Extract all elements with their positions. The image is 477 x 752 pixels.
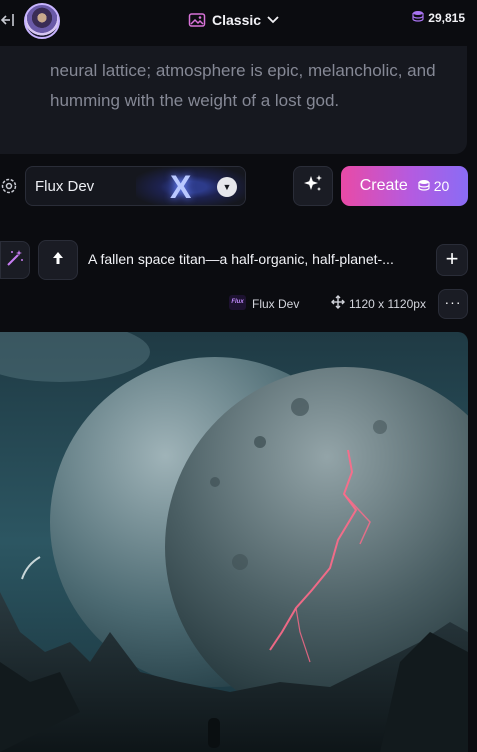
generated-image[interactable] [0,332,468,752]
arrow-up-icon [52,251,64,270]
create-cost: 20 [418,178,450,194]
coins-icon [418,178,430,194]
create-button[interactable]: Create 20 [341,166,468,206]
move-arrows-icon [331,295,345,309]
mode-selector[interactable]: Classic [188,8,279,32]
top-bar: Classic 29,815 [0,0,477,46]
model-name: Flux Dev [35,178,95,195]
create-cost-value: 20 [433,178,450,194]
sparkle-icon [302,173,324,200]
chevron-down-icon [267,12,279,28]
enhance-prompt-button[interactable] [293,166,333,206]
generation-model: Flux Dev [252,297,300,311]
add-button[interactable]: + [436,244,468,276]
create-label: Create [359,177,408,194]
credits-balance[interactable]: 29,815 [412,10,465,25]
coins-icon [412,10,424,25]
mode-label: Classic [212,12,262,28]
prompt-text[interactable]: neural lattice; atmosphere is epic, mela… [50,56,460,116]
flux-model-icon: Flux [229,295,246,310]
upload-button[interactable] [38,240,78,280]
plus-icon: + [445,246,459,271]
credits-value: 29,815 [428,10,465,25]
ellipsis-icon: ··· [444,294,462,310]
settings-icon[interactable] [0,176,18,196]
chevron-down-icon[interactable]: ▼ [217,177,237,197]
model-selector[interactable]: Flux Dev X ▼ [25,166,246,206]
avatar[interactable] [24,3,60,39]
more-options-button[interactable]: ··· [438,289,468,319]
magic-wand-icon [5,248,25,273]
generation-title[interactable]: A fallen space titan—a half-organic, hal… [88,251,422,267]
magic-wand-button[interactable] [0,241,30,279]
collapse-left-icon[interactable] [0,10,16,30]
prompt-input-area[interactable]: neural lattice; atmosphere is epic, mela… [0,46,467,154]
image-icon [188,12,206,28]
generation-meta: Flux Flux Dev 1120 x 1120px [0,290,477,318]
generation-size: 1120 x 1120px [349,297,426,311]
